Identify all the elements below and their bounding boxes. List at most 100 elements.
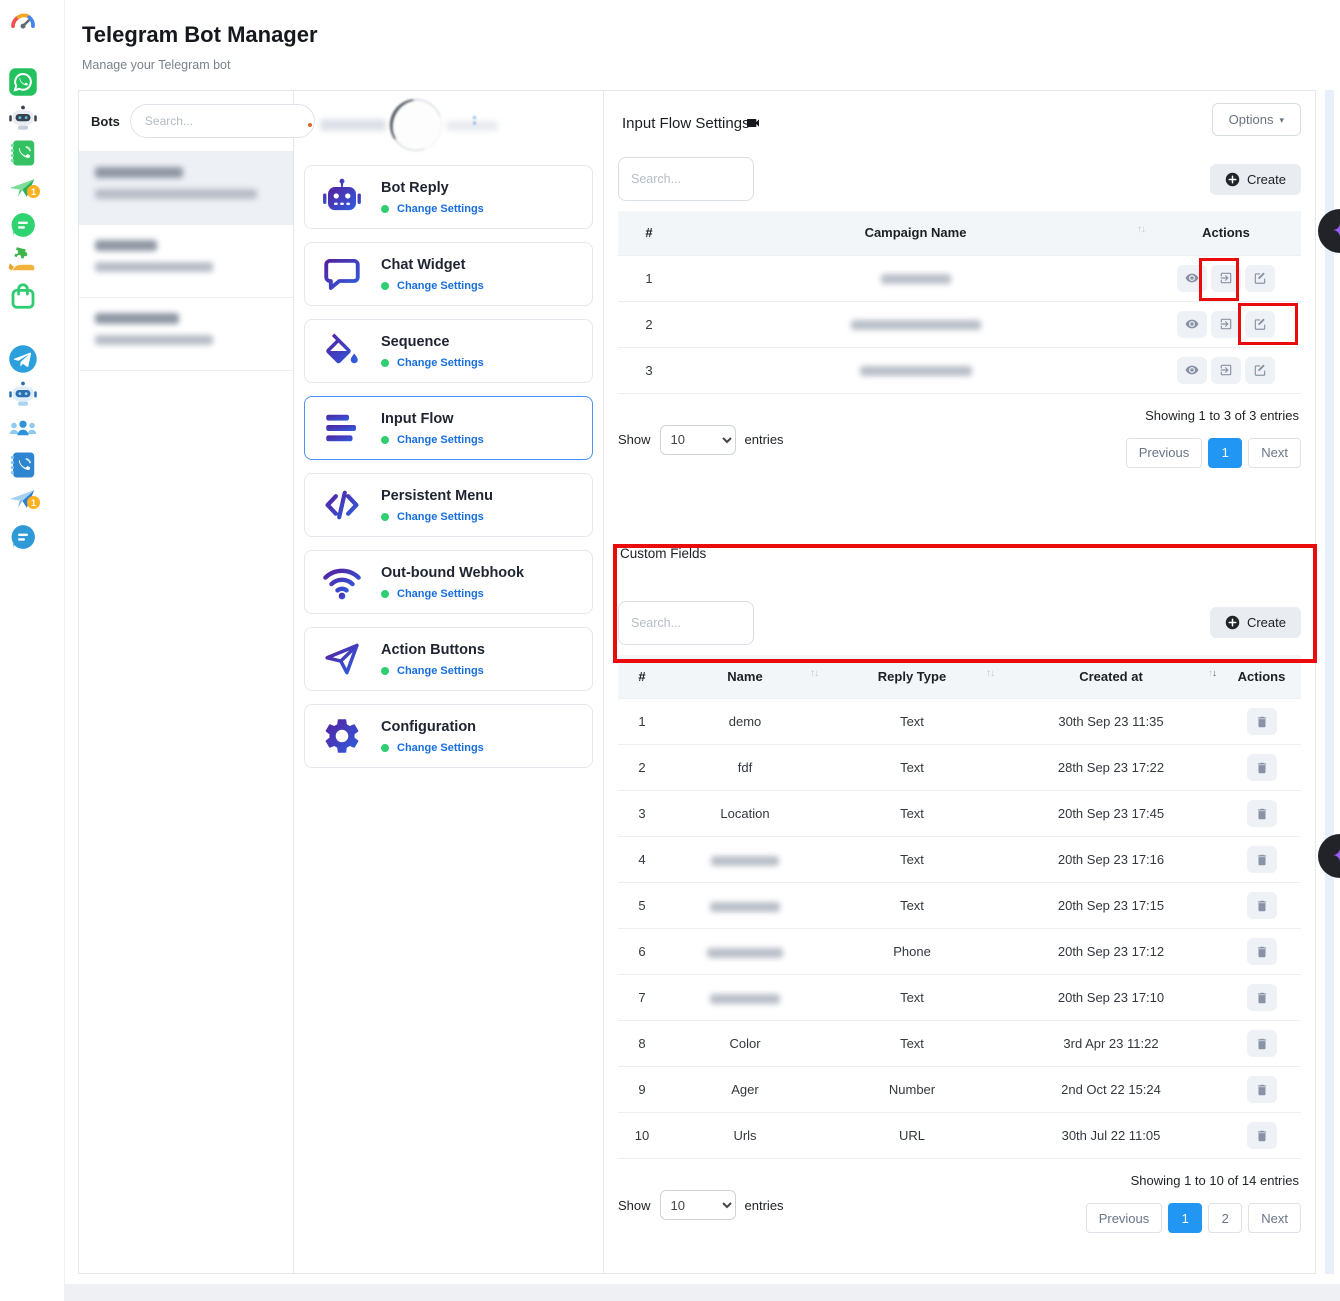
change-settings-link[interactable]: Change Settings <box>397 203 484 215</box>
col-header-name[interactable]: Name↑↓ <box>666 655 824 699</box>
rail-divider <box>64 0 65 1301</box>
redacted-campaign-name <box>860 366 972 376</box>
setting-card-title: Chat Widget <box>381 257 484 273</box>
telegram-icon[interactable] <box>8 344 38 374</box>
delete-button[interactable] <box>1247 892 1277 919</box>
flow-page-size-select[interactable]: 10 <box>660 425 736 455</box>
redacted-bot-name <box>95 167 183 178</box>
chat-icon <box>321 253 363 295</box>
next-page-button[interactable]: Next <box>1248 1203 1301 1233</box>
chat-green-icon[interactable] <box>8 210 38 240</box>
next-page-button[interactable]: Next <box>1248 438 1301 468</box>
col-header-num: # <box>618 211 680 255</box>
redacted-bot-username <box>95 262 213 272</box>
bots-search-input[interactable] <box>130 104 315 138</box>
view-button[interactable] <box>1177 265 1207 292</box>
whatsapp-icon[interactable] <box>8 67 38 97</box>
delete-button[interactable] <box>1247 938 1277 965</box>
previous-page-button[interactable]: Previous <box>1126 438 1203 468</box>
contacts-green-icon[interactable] <box>8 138 38 168</box>
view-button[interactable] <box>1177 311 1207 338</box>
export-button[interactable] <box>1211 357 1241 384</box>
setting-card-sequence[interactable]: Sequence Change Settings <box>304 319 593 383</box>
shop-green-icon[interactable] <box>8 281 38 311</box>
bot-identity-blurred: : <box>306 97 591 155</box>
change-settings-link[interactable]: Change Settings <box>397 434 484 446</box>
row-number: 4 <box>618 837 666 883</box>
change-settings-link[interactable]: Change Settings <box>397 742 484 754</box>
show-label: Show <box>618 432 651 447</box>
setting-card-title: Input Flow <box>381 411 484 427</box>
bot-list-item[interactable] <box>79 152 293 225</box>
page-button-1[interactable]: 1 <box>1168 1203 1202 1233</box>
created-at: 2nd Oct 22 15:24 <box>1000 1067 1222 1113</box>
audience-blue-icon[interactable] <box>8 414 38 444</box>
options-button[interactable]: Options▾ <box>1212 103 1301 136</box>
setting-card-action-buttons[interactable]: Action Buttons Change Settings <box>304 627 593 691</box>
setting-card-configuration[interactable]: ConfigurationChange Settings <box>304 704 593 768</box>
flow-search-input[interactable] <box>618 157 754 201</box>
custom-fields-create-button[interactable]: Create <box>1210 607 1301 638</box>
delete-button[interactable] <box>1247 1030 1277 1057</box>
edit-button[interactable] <box>1245 265 1275 292</box>
table-row: 2 <box>618 301 1301 347</box>
custom-fields-page-size-select[interactable]: 10 <box>660 1190 736 1220</box>
setting-card-chat-widget[interactable]: Chat Widget Change Settings <box>304 242 593 306</box>
speed-test-icon[interactable] <box>8 8 38 38</box>
table-row: 2fdfText28th Sep 23 17:22 <box>618 745 1301 791</box>
edit-button[interactable] <box>1245 311 1275 338</box>
delete-button[interactable] <box>1247 1122 1277 1149</box>
redacted-text: : <box>472 111 477 128</box>
bot-list-item[interactable] <box>79 225 293 298</box>
setting-card-persistent-menu[interactable]: Persistent MenuChange Settings <box>304 473 593 537</box>
edit-button[interactable] <box>1245 357 1275 384</box>
redacted-bot-username <box>95 189 257 199</box>
delete-button[interactable] <box>1247 754 1277 781</box>
export-button[interactable] <box>1211 265 1241 292</box>
change-settings-link[interactable]: Change Settings <box>397 280 484 292</box>
setting-card-bot-reply[interactable]: Bot ReplyChange Settings <box>304 165 593 229</box>
custom-fields-search-input[interactable] <box>618 601 754 645</box>
page-button-1[interactable]: 1 <box>1208 438 1242 468</box>
scrollbar-track[interactable] <box>1325 90 1334 1274</box>
export-button[interactable] <box>1211 311 1241 338</box>
delete-button[interactable] <box>1247 1076 1277 1103</box>
setting-card-title: Sequence <box>381 334 484 350</box>
reply-type: Text <box>824 745 1000 791</box>
status-dot <box>308 123 312 127</box>
ai-assistant-fab[interactable]: ✦✦ <box>1318 834 1340 878</box>
delete-button[interactable] <box>1247 984 1277 1011</box>
integrations-green-icon[interactable] <box>8 244 38 274</box>
table-row: 10UrlsURL30th Jul 22 11:05 <box>618 1113 1301 1159</box>
table-row: 1 <box>618 255 1301 301</box>
flow-create-button[interactable]: Create <box>1210 164 1301 195</box>
setting-card-input-flow[interactable]: Input Flow Change Settings <box>304 396 593 460</box>
bot-list-item[interactable] <box>79 298 293 371</box>
view-button[interactable] <box>1177 357 1207 384</box>
delete-button[interactable] <box>1247 708 1277 735</box>
col-header-campaign-name[interactable]: Campaign Name↑↓ <box>680 211 1151 255</box>
change-settings-link[interactable]: Change Settings <box>397 588 484 600</box>
delete-button[interactable] <box>1247 800 1277 827</box>
col-header-reply-type[interactable]: Reply Type↑↓ <box>824 655 1000 699</box>
chat-blue-icon[interactable] <box>8 522 38 552</box>
setting-card-title: Action Buttons <box>381 642 485 658</box>
contacts-blue-icon[interactable] <box>8 450 38 480</box>
chatbot-blue-icon[interactable] <box>8 379 38 409</box>
delete-button[interactable] <box>1247 846 1277 873</box>
flow-pagination: Previous1Next <box>1126 438 1301 468</box>
ai-assistant-fab[interactable]: ✦✦ <box>1318 209 1340 253</box>
status-dot <box>381 513 389 521</box>
field-name: Ager <box>666 1067 824 1113</box>
change-settings-link[interactable]: Change Settings <box>397 357 484 369</box>
change-settings-link[interactable]: Change Settings <box>397 665 484 677</box>
chatbot-icon[interactable] <box>8 103 38 133</box>
setting-card-out-bound-webhook[interactable]: Out-bound WebhookChange Settings <box>304 550 593 614</box>
row-number: 3 <box>618 791 666 837</box>
change-settings-link[interactable]: Change Settings <box>397 511 484 523</box>
col-header-created-at[interactable]: Created at↑↓ <box>1000 655 1222 699</box>
previous-page-button[interactable]: Previous <box>1086 1203 1163 1233</box>
page-button-2[interactable]: 2 <box>1208 1203 1242 1233</box>
row-number: 9 <box>618 1067 666 1113</box>
row-number: 6 <box>618 929 666 975</box>
